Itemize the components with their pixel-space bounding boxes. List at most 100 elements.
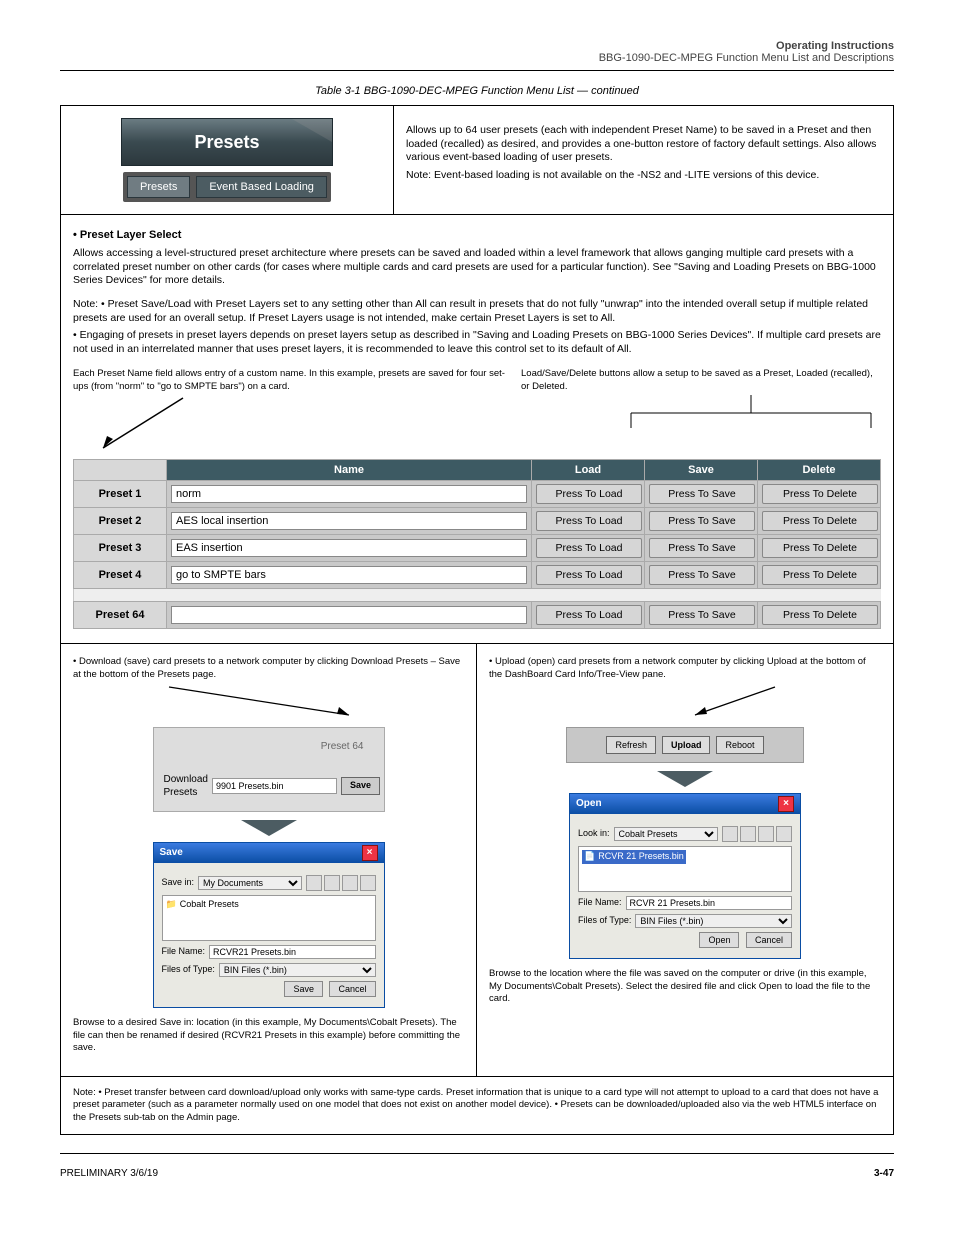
refresh-button[interactable]: Refresh	[606, 736, 656, 754]
press-to-save-button[interactable]: Press To Save	[649, 511, 755, 531]
footer-page-number: 3-47	[874, 1168, 894, 1179]
download-panel: Preset 64 Download Presets Save	[153, 727, 385, 812]
arrow-to-save-btn	[159, 681, 379, 719]
filename-label: File Name:	[578, 897, 622, 909]
preset-layer-title: • Preset Layer Select	[73, 229, 881, 241]
download-presets-label: Download Presets	[164, 773, 208, 799]
look-in-select[interactable]: Cobalt Presets	[614, 827, 718, 841]
preset-table: Name Load Save Delete Preset 1 Press To …	[73, 459, 881, 629]
save-in-label: Save in:	[162, 877, 195, 889]
preset-layer-para: Allows accessing a level-structured pres…	[73, 247, 881, 288]
save-in-select[interactable]: My Documents	[198, 876, 301, 890]
presets-badge: Presets	[121, 118, 333, 166]
preset64-label: Preset 64	[164, 740, 364, 753]
dialog-cancel-button[interactable]: Cancel	[329, 981, 375, 997]
note2: • Engaging of presets in preset layers d…	[73, 329, 881, 356]
triangle-down-icon	[657, 771, 713, 787]
close-icon[interactable]: ×	[778, 796, 794, 812]
bracket-to-buttons	[621, 393, 881, 433]
toolbar-icon[interactable]	[324, 875, 340, 891]
upload-button[interactable]: Upload	[662, 736, 711, 754]
toolbar-icon[interactable]	[722, 826, 738, 842]
preset-name-input[interactable]	[171, 566, 527, 584]
toolbar-icon[interactable]	[776, 826, 792, 842]
table-row: Preset 4 Press To Load Press To Save Pre…	[74, 562, 881, 589]
press-to-load-button[interactable]: Press To Load	[536, 484, 642, 504]
col-delete: Delete	[758, 460, 881, 481]
press-to-load-button[interactable]: Press To Load	[536, 605, 642, 625]
header-rule	[60, 70, 894, 71]
press-to-save-button[interactable]: Press To Save	[649, 484, 755, 504]
toolbar-icon[interactable]	[740, 826, 756, 842]
tab-presets[interactable]: Presets	[127, 176, 190, 198]
reboot-button[interactable]: Reboot	[716, 736, 763, 754]
toolbar-icon[interactable]	[342, 875, 358, 891]
header-section: BBG-1090-DEC-MPEG Function Menu List and…	[599, 52, 894, 64]
filename-input[interactable]	[209, 945, 375, 959]
file-listing[interactable]: 📄 RCVR 21 Presets.bin	[578, 846, 792, 892]
preset-name-input[interactable]	[171, 485, 527, 503]
save-dialog: Save × Save in: My Documents 📁 Cobalt Pr…	[153, 842, 385, 1008]
upload-bullet: • Upload (open) card presets from a netw…	[489, 656, 881, 681]
press-to-delete-button[interactable]: Press To Delete	[762, 605, 878, 625]
arrow-to-upload-btn	[575, 681, 795, 719]
dialog-open-button[interactable]: Open	[699, 932, 739, 948]
table-row: Preset 3 Press To Load Press To Save Pre…	[74, 535, 881, 562]
save-dialog-title: Save	[160, 846, 183, 859]
filetype-select[interactable]: BIN Files (*.bin)	[219, 963, 376, 977]
dialog-save-button[interactable]: Save	[284, 981, 323, 997]
toolbar-icon[interactable]	[758, 826, 774, 842]
footer-rule	[60, 1153, 894, 1154]
preset-name-input[interactable]	[171, 512, 527, 530]
presets-tabs: Presets Event Based Loading	[123, 172, 331, 202]
look-in-label: Look in:	[578, 828, 610, 840]
folder-listing[interactable]: 📁 Cobalt Presets	[162, 895, 376, 941]
intro-text: Allows up to 64 user presets (each with …	[406, 124, 881, 165]
press-to-load-button[interactable]: Press To Load	[536, 511, 642, 531]
download-save-button[interactable]: Save	[341, 777, 380, 795]
col-save: Save	[645, 460, 758, 481]
table-row: Preset 1 Press To Load Press To Save Pre…	[74, 481, 881, 508]
press-to-delete-button[interactable]: Press To Delete	[762, 538, 878, 558]
press-to-save-button[interactable]: Press To Save	[649, 565, 755, 585]
filetype-select[interactable]: BIN Files (*.bin)	[635, 914, 792, 928]
col-name: Name	[167, 460, 532, 481]
open-dialog-title: Open	[576, 797, 602, 810]
main-table: Presets Presets Event Based Loading Allo…	[60, 105, 894, 1135]
table-caption: Table 3-1 BBG-1090-DEC-MPEG Function Men…	[60, 85, 894, 97]
table-row: Preset 64 Press To Load Press To Save Pr…	[74, 602, 881, 629]
filetype-label: Files of Type:	[578, 915, 631, 927]
toolbar-icon[interactable]	[306, 875, 322, 891]
download-bullet: • Download (save) card presets to a netw…	[73, 656, 464, 681]
final-note: Note: • Preset transfer between card dow…	[61, 1076, 893, 1134]
tab-event-based-loading[interactable]: Event Based Loading	[196, 176, 327, 198]
download-file-field[interactable]	[212, 778, 337, 794]
preset-name-input[interactable]	[171, 606, 527, 624]
press-to-delete-button[interactable]: Press To Delete	[762, 511, 878, 531]
close-icon[interactable]: ×	[362, 845, 378, 861]
open-dialog: Open × Look in: Cobalt Presets 📄 RCVR 21…	[569, 793, 801, 959]
callout-right: Load/Save/Delete buttons allow a setup t…	[521, 368, 881, 393]
arrow-to-name-field	[73, 393, 213, 453]
filename-input[interactable]	[626, 896, 792, 910]
filetype-label: Files of Type:	[162, 964, 215, 976]
table-row: Preset 2 Press To Load Press To Save Pre…	[74, 508, 881, 535]
header-doc-title: Operating Instructions	[776, 40, 894, 52]
callout-left: Each Preset Name field allows entry of a…	[73, 368, 513, 393]
preset-name-input[interactable]	[171, 539, 527, 557]
press-to-save-button[interactable]: Press To Save	[649, 538, 755, 558]
press-to-load-button[interactable]: Press To Load	[536, 538, 642, 558]
download-note: Browse to a desired Save in: location (i…	[73, 1017, 464, 1054]
upload-note: Browse to the location where the file wa…	[489, 968, 881, 1005]
press-to-load-button[interactable]: Press To Load	[536, 565, 642, 585]
toolbar-icon[interactable]	[360, 875, 376, 891]
press-to-delete-button[interactable]: Press To Delete	[762, 484, 878, 504]
intro-note: Note: Event-based loading is not availab…	[406, 169, 881, 183]
press-to-save-button[interactable]: Press To Save	[649, 605, 755, 625]
note1: Note: • Preset Save/Load with Preset Lay…	[73, 298, 881, 325]
filename-label: File Name:	[162, 946, 206, 958]
col-load: Load	[532, 460, 645, 481]
press-to-delete-button[interactable]: Press To Delete	[762, 565, 878, 585]
dialog-cancel-button[interactable]: Cancel	[746, 932, 792, 948]
footer-revision: PRELIMINARY 3/6/19	[60, 1168, 158, 1179]
